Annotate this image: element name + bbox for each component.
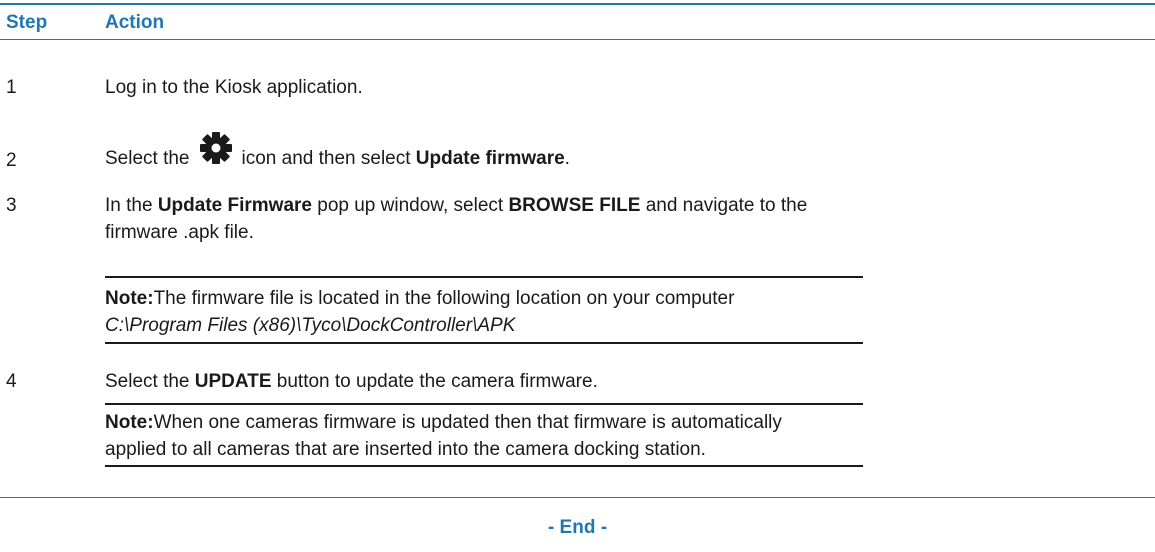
step-4-number: 4 — [6, 371, 17, 392]
header-step: Step — [6, 12, 48, 33]
step-4-pre: Select the — [105, 371, 190, 392]
step-2-bold: Update firmware — [415, 148, 565, 169]
step-4-bold: UPDATE — [194, 371, 272, 392]
note-2-top-rule — [105, 403, 863, 405]
step-2-number: 2 — [6, 150, 17, 171]
step-3-line-2: firmware .apk file. — [105, 222, 254, 243]
note-2-bottom-rule — [105, 465, 863, 467]
step-4-post: button to update the camera firmware. — [276, 371, 598, 392]
gear-icon — [198, 130, 234, 166]
note-1: Note:The firmware file is located in the… — [105, 285, 863, 339]
step-2-pre: Select the — [105, 148, 190, 169]
step-1-text: Log in to the Kiosk application. — [105, 77, 363, 98]
step-3-line-1: In the Update Firmware pop up window, se… — [105, 195, 807, 217]
note-1-text: The firmware file is located in the foll… — [153, 288, 735, 309]
header-rule — [0, 39, 1155, 40]
note-2-line-1: Note:When one cameras firmware is update… — [105, 409, 863, 436]
step-2-mid: icon and then select — [241, 148, 411, 169]
end-rule — [0, 497, 1155, 498]
step-2-text: Select the icon and then select Update fi… — [105, 130, 570, 172]
step-1-number: 1 — [6, 77, 17, 98]
note-1-path: C:\Program Files (x86)\Tyco\DockControll… — [105, 312, 863, 339]
note-2-line-2: applied to all cameras that are inserted… — [105, 439, 706, 460]
step-4-text: Select the UPDATE button to update the c… — [105, 371, 598, 393]
step-3-mid: pop up window, select — [317, 195, 504, 216]
note-1-line-1: Note:The firmware file is located in the… — [105, 285, 863, 312]
step-3-post: and navigate to the — [645, 195, 808, 216]
header-action: Action — [105, 12, 165, 33]
step-3-pre: In the — [105, 195, 153, 216]
note-1-path-text: C:\Program Files (x86)\Tyco\DockControll… — [105, 315, 516, 336]
step-3-number: 3 — [6, 195, 17, 216]
note-1-label: Note: — [105, 288, 154, 309]
step-2-post: . — [564, 148, 570, 169]
note-1-bottom-rule — [105, 342, 863, 344]
step-3-bold-1: Update Firmware — [157, 195, 312, 216]
top-rule — [0, 3, 1155, 5]
step-3-bold-2: BROWSE FILE — [508, 195, 641, 216]
note-2-text-1: When one cameras firmware is updated the… — [153, 412, 782, 433]
end-label: - End - — [547, 517, 608, 538]
note-2-label: Note: — [105, 412, 154, 433]
note-1-top-rule — [105, 276, 863, 278]
note-2: Note:When one cameras firmware is update… — [105, 409, 863, 463]
